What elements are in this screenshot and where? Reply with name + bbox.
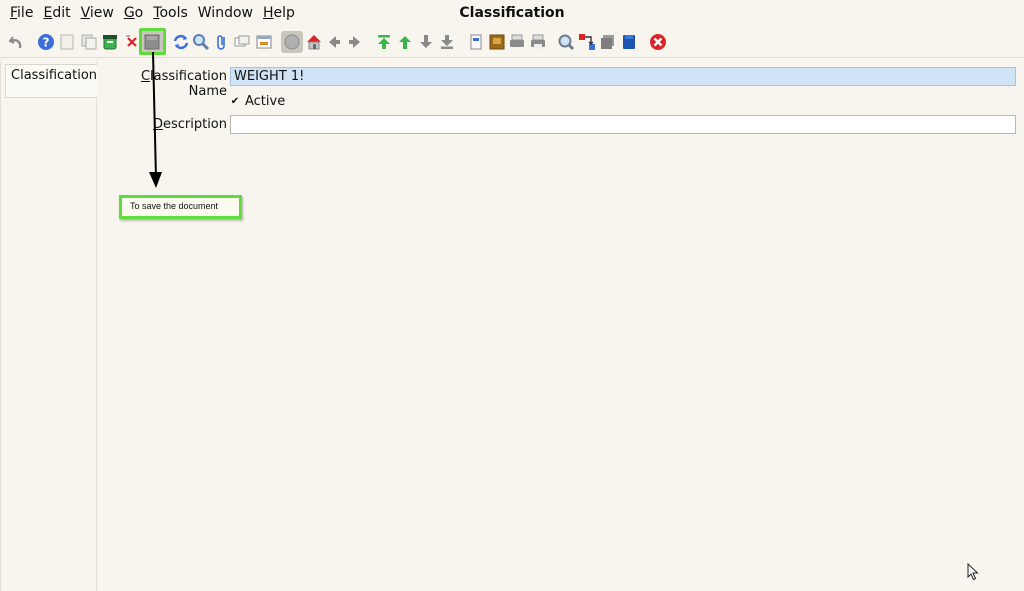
- description-label-text: escription: [162, 117, 227, 132]
- menu-help-label: elp: [273, 5, 295, 21]
- mouse-cursor-icon: [967, 563, 979, 581]
- menu-file[interactable]: File: [5, 0, 38, 26]
- menu-edit[interactable]: Edit: [38, 0, 75, 26]
- find-icon[interactable]: [191, 32, 211, 52]
- home-icon[interactable]: [304, 32, 324, 52]
- description-label: Description: [103, 117, 227, 132]
- menu-tools-label: ools: [159, 5, 188, 21]
- archive-icon[interactable]: [487, 32, 507, 52]
- previous-icon[interactable]: [324, 32, 344, 52]
- workflow-icon[interactable]: [577, 32, 597, 52]
- tab-classification[interactable]: Classification: [5, 64, 97, 98]
- refresh-icon[interactable]: [171, 32, 191, 52]
- active-checkbox[interactable]: ✔: [230, 96, 240, 107]
- exit-icon[interactable]: [648, 32, 668, 52]
- description-input[interactable]: [230, 115, 1016, 134]
- active-checkbox-row[interactable]: ✔ Active: [230, 94, 285, 109]
- classification-name-label-text: lassification Name: [150, 69, 227, 99]
- menu-window-label: Window: [197, 5, 253, 21]
- last-record-icon[interactable]: [437, 32, 457, 52]
- copy-record-icon[interactable]: [79, 32, 99, 52]
- menu-file-mnemonic: F: [10, 5, 18, 21]
- history-icon[interactable]: [281, 31, 303, 53]
- request-icon[interactable]: [619, 32, 639, 52]
- product-info-icon[interactable]: [598, 32, 618, 52]
- menu-view-mnemonic: V: [80, 5, 90, 21]
- zoom-across-icon[interactable]: [556, 32, 576, 52]
- classification-name-label-mnemonic: C: [140, 69, 151, 84]
- menu-file-label: ile: [17, 5, 34, 21]
- grid-toggle-icon[interactable]: [254, 32, 274, 52]
- menu-go[interactable]: Go: [119, 0, 148, 26]
- menu-window[interactable]: Window: [193, 0, 258, 26]
- chat-icon[interactable]: [232, 32, 252, 52]
- menu-go-label: o: [134, 5, 144, 21]
- new-record-icon[interactable]: [57, 32, 77, 52]
- menu-help[interactable]: Help: [258, 0, 300, 26]
- description-label-mnemonic: D: [152, 117, 163, 132]
- report-icon[interactable]: [466, 32, 486, 52]
- delete-icon[interactable]: [100, 32, 120, 52]
- help-icon[interactable]: ?: [36, 32, 56, 52]
- classification-name-label: Classification Name: [103, 69, 227, 99]
- next-record-icon[interactable]: [416, 32, 436, 52]
- menu-tools[interactable]: Tools: [148, 0, 193, 26]
- next-icon[interactable]: [345, 32, 365, 52]
- svg-text:?: ?: [43, 36, 50, 50]
- menu-go-mnemonic: G: [123, 5, 135, 21]
- annotation-tooltip: To save the document: [119, 195, 242, 219]
- previous-record-icon[interactable]: [395, 32, 415, 52]
- undo-icon[interactable]: [7, 32, 27, 52]
- form-area: Classification Name WEIGHT 1! ✔ Active D…: [98, 62, 1024, 591]
- menu-edit-mnemonic: E: [43, 5, 53, 21]
- menu-view[interactable]: View: [76, 0, 119, 26]
- menu-bar: File Edit View Go Tools Window Help: [0, 0, 1024, 26]
- attachment-icon[interactable]: [212, 32, 232, 52]
- first-record-icon[interactable]: [374, 32, 394, 52]
- toolbar: ?: [0, 28, 1024, 58]
- annotation-tooltip-text: To save the document: [130, 201, 219, 211]
- menu-edit-label: dit: [52, 5, 71, 21]
- active-label: Active: [245, 94, 286, 109]
- save-icon[interactable]: [141, 31, 163, 53]
- print-preview-icon[interactable]: [507, 32, 527, 52]
- tab-panel: Classification: [0, 62, 97, 591]
- menu-view-label: iew: [89, 5, 114, 21]
- classification-name-input[interactable]: WEIGHT 1!: [230, 67, 1016, 86]
- delete-selection-icon[interactable]: [122, 32, 142, 52]
- menu-help-mnemonic: H: [262, 5, 274, 21]
- print-icon[interactable]: [528, 32, 548, 52]
